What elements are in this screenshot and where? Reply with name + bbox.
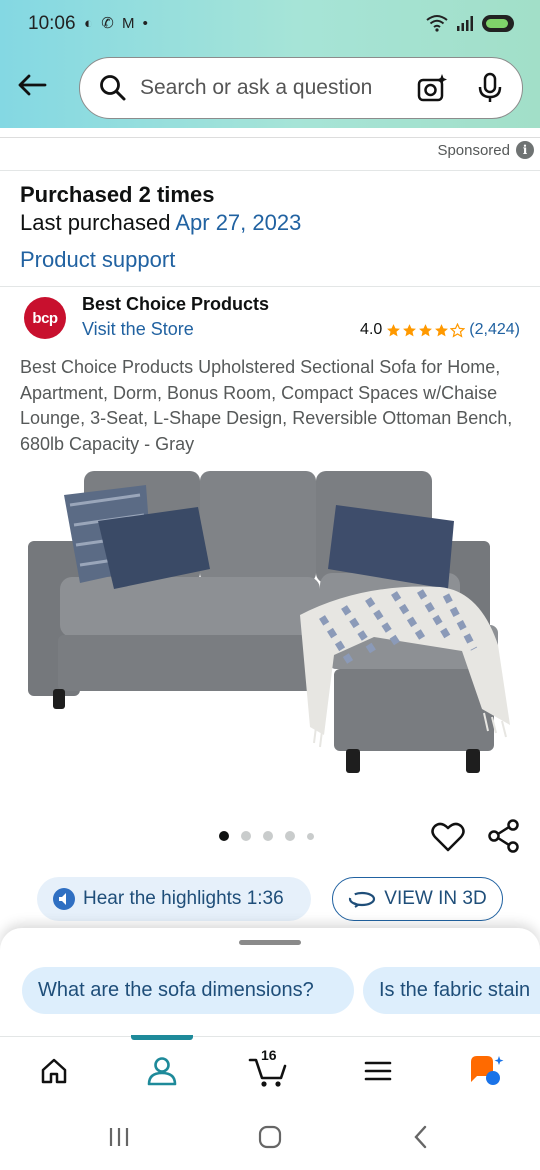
product-title: Best Choice Products Upholstered Section… [20,357,513,454]
status-right-icons [426,14,514,32]
visit-store-link[interactable]: Visit the Store [82,319,194,340]
wifi-icon [426,15,448,32]
sofa-image [28,471,510,773]
search-input[interactable] [140,76,400,100]
product-support-link[interactable]: Product support [20,247,175,273]
divider [0,286,540,287]
back-system-button[interactable] [406,1122,436,1152]
sponsored-text: Sponsored [437,141,510,159]
sponsored-label[interactable]: Sponsored i [437,141,534,159]
nav-rufus[interactable] [466,1051,506,1091]
star-filled-icon [419,323,433,336]
last-purchased: Last purchased Apr 27, 2023 [20,210,301,236]
share-icon [488,819,519,853]
rating-summary[interactable]: 4.0 (2,424) [360,321,520,339]
camera-icon [417,74,447,102]
audio-icon [53,888,75,910]
star-filled-icon [435,323,449,336]
system-navigation-bar [0,1102,540,1170]
carousel-dot[interactable] [219,831,229,841]
search-bar[interactable] [79,57,523,119]
hamburger-menu-icon [364,1061,392,1081]
notification-icons: ◐ ✆ M • [84,15,150,32]
hear-highlights-button[interactable]: Hear the highlights 1:36 [37,877,311,921]
share-button[interactable] [486,818,522,854]
chevron-left-icon [414,1125,427,1149]
suggestion-chip[interactable]: What are the sofa dimensions? [22,967,354,1014]
home-circle-icon [258,1125,282,1149]
battery-icon [482,14,514,32]
rotate-3d-icon [349,891,376,908]
nav-menu[interactable] [358,1051,398,1091]
rating-value: 4.0 [360,321,383,338]
divider [0,170,540,171]
star-rating [386,322,466,338]
active-tab-indicator [131,1035,193,1040]
rufus-assistant-icon [471,1056,504,1085]
signal-icon [457,16,473,31]
brand-logo[interactable]: bcp [24,297,66,339]
product-image[interactable] [22,465,520,780]
recent-apps-icon [109,1128,129,1146]
cart-count: 16 [261,1047,277,1063]
microphone-icon [478,72,502,102]
sheet-drag-handle[interactable] [239,940,301,945]
view-in-3d-button[interactable]: VIEW IN 3D [332,877,503,921]
recent-apps-button[interactable] [104,1122,134,1152]
brand-name: Best Choice Products [82,294,270,314]
nav-cart[interactable]: 16 [248,1047,288,1091]
search-icon [100,75,126,101]
carousel-dot[interactable] [285,831,295,841]
star-empty-icon [450,322,466,338]
nav-home[interactable] [34,1051,74,1091]
status-bar: 10:06 ◐ ✆ M • [0,0,540,50]
home-system-button[interactable] [255,1122,285,1152]
nav-account[interactable] [142,1051,182,1091]
suggestion-chip[interactable]: Is the fabric stain [363,967,540,1014]
arrow-left-icon [18,74,47,96]
ad-strip [0,128,540,138]
header: 10:06 ◐ ✆ M • [0,0,540,128]
view-in-3d-label: VIEW IN 3D [384,888,487,909]
person-icon [147,1057,177,1086]
purchase-count: Purchased 2 times [20,182,215,207]
rufus-suggestion-sheet[interactable]: What are the sofa dimensions? Is the fab… [0,928,540,1036]
bottom-nav: 16 [0,1035,540,1102]
last-purchased-date[interactable]: Apr 27, 2023 [175,210,301,235]
heart-icon [431,822,465,852]
hear-highlights-label: Hear the highlights 1:36 [83,888,284,909]
voice-search-button[interactable] [476,72,504,109]
image-carousel-dots[interactable] [219,831,314,841]
status-time: 10:06 [28,13,76,34]
info-icon: i [516,141,534,159]
carousel-dot[interactable] [263,831,273,841]
star-filled-icon [403,323,417,336]
camera-search-button[interactable] [416,72,448,109]
back-button[interactable] [14,67,50,103]
add-to-list-button[interactable] [431,821,465,853]
star-filled-icon [387,323,401,336]
carousel-dot[interactable] [307,832,314,840]
last-purchased-prefix: Last purchased [20,210,176,235]
home-icon [41,1058,67,1084]
rating-count: (2,424) [469,321,520,338]
carousel-dot[interactable] [241,831,251,841]
